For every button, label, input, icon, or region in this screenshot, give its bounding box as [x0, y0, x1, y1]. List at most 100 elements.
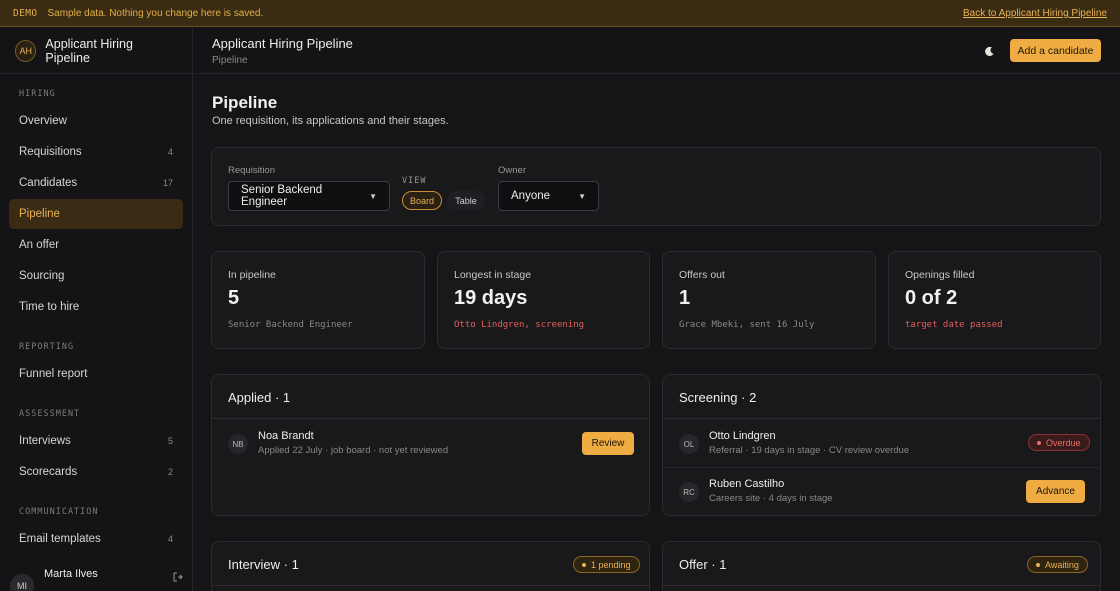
- status-dot-icon: [1037, 440, 1041, 445]
- sidebar-item-time-to-hire[interactable]: Time to hire: [9, 292, 183, 322]
- status-dot-icon: [1036, 562, 1040, 567]
- stat-label: Openings filled: [905, 269, 975, 281]
- sidebar-item-interviews[interactable]: Interviews 5: [9, 426, 183, 456]
- header-title: Applicant Hiring Pipeline: [212, 36, 353, 51]
- sidebar-item-label: Requisitions: [19, 146, 82, 158]
- view-label: VIEW: [402, 176, 427, 186]
- demo-banner: DEMO Sample data. Nothing you change her…: [0, 0, 1120, 27]
- chevron-down-icon: ▼: [369, 191, 377, 201]
- stat-label: Longest in stage: [454, 269, 532, 281]
- view-board-toggle[interactable]: Board: [402, 191, 442, 210]
- stat-card-in-pipeline: In pipeline 5 Senior Backend Engineer: [211, 251, 425, 349]
- stat-card-openings-filled: Openings filled 0 of 2 target date passe…: [888, 251, 1101, 349]
- back-link[interactable]: Back to Applicant Hiring Pipeline: [963, 8, 1107, 19]
- sidebar-item-label: Overview: [19, 115, 67, 127]
- stat-note: Otto Lindgren, screening: [454, 320, 585, 330]
- sidebar-item-label: Sourcing: [19, 270, 65, 282]
- section-label-hiring: HIRING: [19, 89, 56, 99]
- demo-message: Sample data. Nothing you change here is …: [47, 7, 264, 19]
- requisition-label: Requisition: [228, 165, 275, 176]
- stat-note: Grace Mbeki, sent 16 July: [679, 320, 815, 330]
- stat-label: Offers out: [679, 269, 725, 281]
- section-label-assessment: ASSESSMENT: [19, 409, 81, 419]
- list-item[interactable]: OL Otto Lindgren Referral · 19 days in s…: [663, 419, 1100, 467]
- breadcrumb[interactable]: Pipeline: [212, 55, 248, 66]
- sidebar-item-label: Candidates: [19, 177, 78, 189]
- awaiting-badge: Awaiting: [1027, 556, 1088, 573]
- status-dot-icon: [582, 562, 586, 567]
- sidebar-item-candidates[interactable]: Candidates 17: [9, 168, 183, 198]
- sidebar-item-count: 5: [167, 436, 173, 446]
- sidebar-item-label: Email templates: [19, 533, 101, 545]
- filters-panel: Requisition Senior Backend Engineer ▼ VI…: [211, 147, 1101, 226]
- pending-badge: 1 pending: [573, 556, 640, 573]
- moon-icon[interactable]: [980, 42, 998, 60]
- sidebar: AH Applicant Hiring Pipeline HIRING Over…: [0, 28, 193, 591]
- requisition-select[interactable]: Senior Backend Engineer ▼: [228, 181, 390, 211]
- sidebar-item-label: Scorecards: [19, 466, 78, 478]
- stage-column-applied: Applied · 1 NB Noa Brandt Applied 22 Jul…: [211, 374, 650, 516]
- sidebar-item-sourcing[interactable]: Sourcing: [9, 261, 183, 291]
- chevron-down-icon: ▼: [578, 191, 586, 201]
- sidebar-item-an-offer[interactable]: An offer: [9, 230, 183, 260]
- requisition-value: Senior Backend Engineer: [241, 184, 323, 208]
- sidebar-item-count: 17: [162, 178, 173, 188]
- stage-title: Offer · 1: [679, 557, 727, 572]
- divider: [663, 585, 1100, 586]
- stage-title: Interview · 1: [228, 557, 299, 572]
- sidebar-item-count: 4: [167, 534, 173, 544]
- owner-select[interactable]: Anyone ▼: [498, 181, 599, 211]
- stage-title: Screening · 2: [679, 390, 757, 405]
- candidate-name: Otto Lindgren: [709, 430, 776, 442]
- stat-value: 1: [679, 287, 691, 309]
- sidebar-item-count: 2: [167, 467, 173, 477]
- candidate-meta: Referral · 19 days in stage · CV review …: [709, 445, 910, 456]
- badge-label: Overdue: [1046, 437, 1081, 448]
- avatar: MI: [10, 574, 34, 591]
- add-candidate-button[interactable]: Add a candidate: [1010, 39, 1101, 62]
- sidebar-item-email-templates[interactable]: Email templates 4: [9, 524, 183, 554]
- top-bar: Applicant Hiring Pipeline Pipeline Add a…: [194, 28, 1120, 74]
- brand-title: Applicant Hiring Pipeline: [45, 36, 133, 65]
- user-name: Marta Ilves: [44, 568, 98, 580]
- badge-label: 1 pending: [591, 559, 631, 570]
- page-title: Pipeline: [212, 93, 278, 112]
- review-button[interactable]: Review: [582, 432, 634, 455]
- brand[interactable]: AH Applicant Hiring Pipeline: [0, 28, 192, 74]
- stat-note: target date passed: [905, 320, 1003, 330]
- sidebar-item-funnel-report[interactable]: Funnel report: [9, 359, 183, 389]
- stat-card-longest-in-stage: Longest in stage 19 days Otto Lindgren, …: [437, 251, 650, 349]
- avatar: NB: [228, 434, 248, 454]
- stat-note: Senior Backend Engineer: [228, 320, 353, 330]
- avatar: OL: [679, 434, 699, 454]
- candidate-meta: Careers site · 4 days in stage: [709, 493, 833, 504]
- candidate-name: Noa Brandt: [258, 430, 314, 442]
- candidate-name: Ruben Castilho: [709, 478, 785, 490]
- sidebar-item-label: Pipeline: [19, 208, 60, 220]
- sign-out-icon[interactable]: [173, 572, 183, 585]
- sidebar-item-label: Time to hire: [19, 301, 80, 313]
- demo-tag: DEMO: [13, 7, 38, 19]
- list-item[interactable]: RC Ruben Castilho Careers site · 4 days …: [663, 468, 1100, 516]
- overdue-badge: Overdue: [1028, 434, 1090, 451]
- sidebar-item-requisitions[interactable]: Requisitions 4: [9, 137, 183, 167]
- brand-logo: AH: [15, 39, 37, 62]
- sidebar-item-label: Funnel report: [19, 368, 88, 380]
- user-menu[interactable]: MI Marta Ilves: [0, 561, 193, 591]
- advance-button[interactable]: Advance: [1026, 480, 1085, 503]
- page-subtitle: One requisition, its applications and th…: [212, 115, 449, 127]
- sidebar-item-pipeline[interactable]: Pipeline: [9, 199, 183, 229]
- owner-label: Owner: [498, 165, 526, 176]
- sidebar-item-scorecards[interactable]: Scorecards 2: [9, 457, 183, 487]
- list-item[interactable]: NB Noa Brandt Applied 22 July · job boar…: [212, 419, 649, 467]
- stat-value: 5: [228, 287, 240, 309]
- section-label-reporting: REPORTING: [19, 342, 75, 352]
- view-table-toggle[interactable]: Table: [447, 191, 485, 210]
- stage-column-interview: Interview · 1 1 pending: [211, 541, 650, 591]
- sidebar-item-label: Interviews: [19, 435, 71, 447]
- candidate-meta: Applied 22 July · job board · not yet re…: [258, 445, 449, 456]
- stat-value: 19 days: [454, 287, 528, 309]
- owner-value: Anyone: [511, 190, 551, 202]
- sidebar-item-overview[interactable]: Overview: [9, 106, 183, 136]
- avatar: RC: [679, 482, 699, 502]
